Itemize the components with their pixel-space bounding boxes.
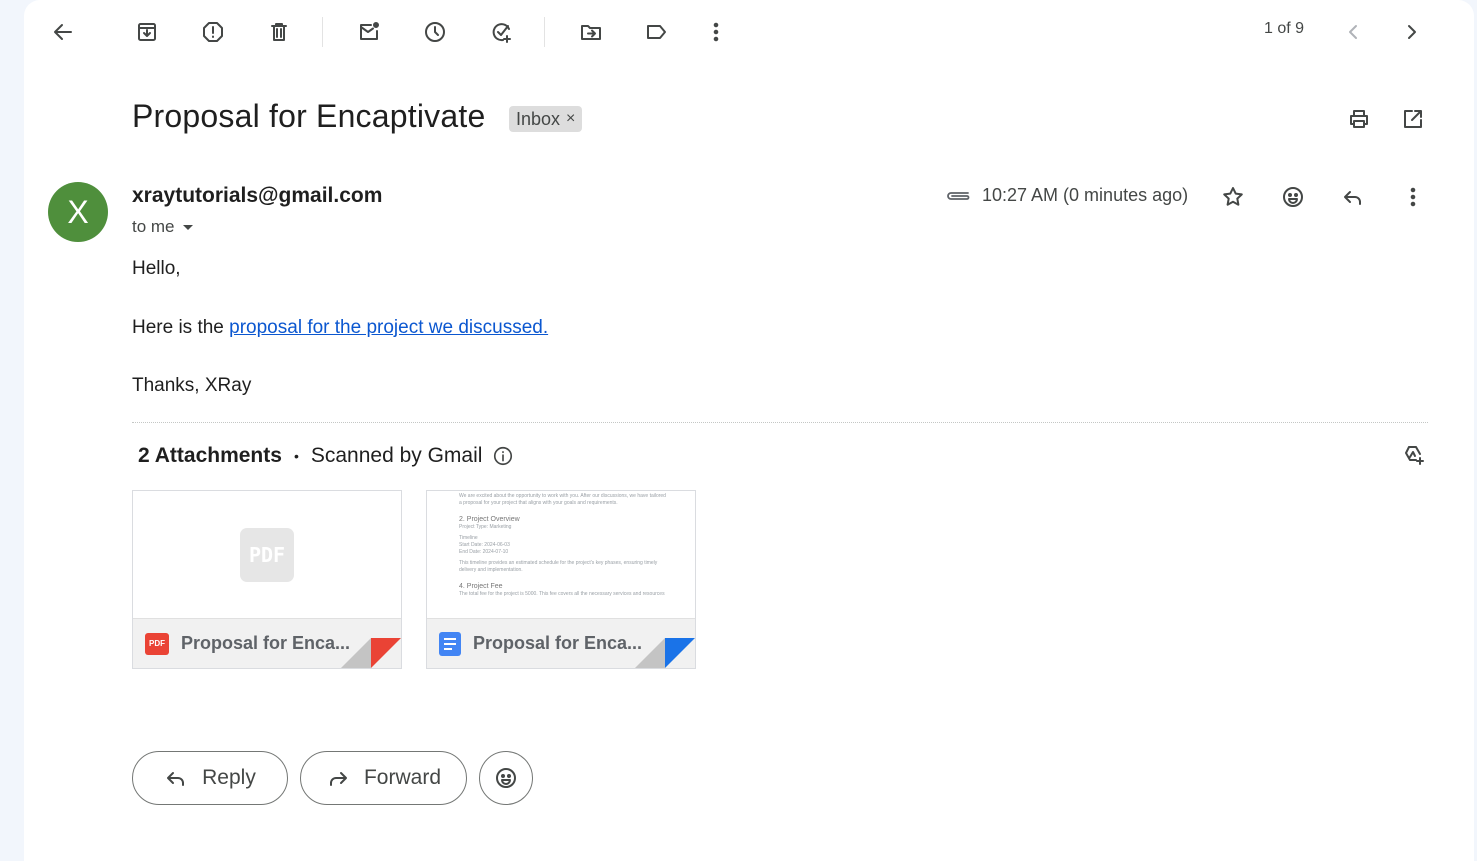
chevron-left-icon xyxy=(1349,25,1357,39)
inbox-label-chip: Inbox × xyxy=(509,106,583,132)
preview-line: Timeline xyxy=(459,535,478,541)
clock-icon xyxy=(425,22,445,42)
report-spam-button[interactable] xyxy=(193,12,233,52)
attachment-thumbnail: We are excited about the opportunity to … xyxy=(427,491,695,619)
open-in-new-icon xyxy=(1404,110,1422,128)
preview-line: End Date: 2024-07-10 xyxy=(459,549,509,555)
page-fold-corner-icon xyxy=(635,638,695,668)
preview-line: Start Date: 2024-06-03 xyxy=(459,542,510,548)
pdf-placeholder-icon: PDF xyxy=(240,528,294,582)
emoji-icon xyxy=(1283,187,1303,207)
reply-icon-button[interactable] xyxy=(1333,177,1373,217)
reply-icon xyxy=(167,772,185,786)
add-to-tasks-button[interactable] xyxy=(482,12,522,52)
add-to-drive-icon xyxy=(1405,446,1424,465)
message-time: 10:27 AM (0 minutes ago) xyxy=(982,185,1189,205)
email-subject: Proposal for Encaptivate xyxy=(132,98,486,134)
attachment-name: Proposal for Enca... xyxy=(473,633,643,653)
move-to-button[interactable] xyxy=(571,12,611,52)
message-meta: 10:27 AM (0 minutes ago) xyxy=(944,185,1188,206)
attachments-count: 2 Attachments xyxy=(138,444,282,467)
recipient-text: to me xyxy=(132,217,175,236)
archive-icon xyxy=(138,23,156,41)
more-vert-icon xyxy=(1410,187,1416,207)
labels-button[interactable] xyxy=(636,12,676,52)
move-to-folder-icon xyxy=(581,25,601,40)
label-name: Inbox xyxy=(516,108,561,129)
pdf-file-icon: PDF xyxy=(145,632,169,655)
mark-unread-button[interactable] xyxy=(349,12,389,52)
snooze-button[interactable] xyxy=(415,12,455,52)
reply-icon xyxy=(1344,191,1361,205)
pagination-text: 1 of 9 xyxy=(1264,20,1305,37)
message-more-button[interactable] xyxy=(1393,177,1433,217)
body-line: Here is the proposal for the project we … xyxy=(132,317,548,339)
doc-preview: We are excited about the opportunity to … xyxy=(459,493,669,598)
older-button[interactable] xyxy=(1392,12,1432,52)
more-vert-icon xyxy=(713,22,719,42)
recipient-line: to me xyxy=(132,217,193,237)
forward-label: Forward xyxy=(363,766,442,789)
emoji-reaction-button[interactable] xyxy=(479,751,533,805)
star-button[interactable] xyxy=(1213,177,1253,217)
message-panel: 1 of 9 Proposal for Encaptivate Inbox × … xyxy=(24,0,1474,861)
scanned-text: Scanned by Gmail xyxy=(310,444,483,467)
star-icon xyxy=(1223,187,1243,206)
attachment-thumbnail: PDF xyxy=(133,491,401,619)
attachment-clip-icon xyxy=(947,191,970,200)
separator-dot: • xyxy=(293,448,299,464)
print-button[interactable] xyxy=(1339,99,1379,139)
add-all-to-drive-button[interactable] xyxy=(1393,435,1433,475)
toolbar-divider xyxy=(322,17,323,47)
add-task-icon xyxy=(492,23,511,43)
attachment-name: Proposal for Enca... xyxy=(181,633,351,653)
preview-line: This timeline provides an estimated sche… xyxy=(459,560,658,573)
archive-button[interactable] xyxy=(127,12,167,52)
reply-label: Reply xyxy=(202,766,256,789)
body-signoff: Thanks, XRay xyxy=(132,375,252,396)
info-icon[interactable] xyxy=(492,445,514,467)
add-reaction-button[interactable] xyxy=(1273,177,1313,217)
body-greeting: Hello, xyxy=(132,258,181,279)
preview-heading: 2. Project Overview xyxy=(459,516,520,523)
page-fold-corner-icon xyxy=(341,638,401,668)
label-icon xyxy=(647,25,666,39)
arrow-left-icon xyxy=(54,24,72,40)
body-line-prefix: Here is the xyxy=(132,317,230,338)
show-details-caret-icon[interactable] xyxy=(182,224,193,230)
attachment-card-pdf[interactable]: PDF PDF Proposal for Enca... xyxy=(132,490,402,669)
attachments-header: 2 Attachments • Scanned by Gmail xyxy=(138,444,514,468)
trash-icon xyxy=(271,23,287,41)
report-spam-icon xyxy=(203,22,223,42)
sender-email[interactable]: xraytutorials@gmail.com xyxy=(132,184,382,208)
toolbar-divider xyxy=(544,17,545,47)
delete-button[interactable] xyxy=(259,12,299,52)
print-icon xyxy=(1350,110,1368,128)
attachments-divider xyxy=(132,422,1428,423)
preview-intro: We are excited about the opportunity to … xyxy=(459,493,666,506)
google-docs-icon xyxy=(439,631,461,656)
remove-label-icon[interactable]: × xyxy=(566,110,575,128)
back-button[interactable] xyxy=(43,12,83,52)
open-new-window-button[interactable] xyxy=(1393,99,1433,139)
emoji-icon xyxy=(496,768,516,788)
attachment-card-doc[interactable]: We are excited about the opportunity to … xyxy=(426,490,696,669)
preview-line: Project Type: Marketing xyxy=(459,524,512,530)
mark-unread-icon xyxy=(360,22,379,40)
preview-heading: 4. Project Fee xyxy=(459,583,503,590)
chevron-right-icon xyxy=(1408,25,1416,39)
sender-avatar[interactable]: X xyxy=(48,182,108,242)
reply-button[interactable]: Reply xyxy=(132,751,288,805)
more-options-button[interactable] xyxy=(696,12,736,52)
preview-line: The total fee for the project is 5000. T… xyxy=(459,591,665,597)
newer-button[interactable] xyxy=(1333,12,1373,52)
forward-icon xyxy=(329,772,347,786)
forward-button[interactable]: Forward xyxy=(300,751,467,805)
proposal-link[interactable]: proposal for the project we discussed. xyxy=(229,317,548,338)
